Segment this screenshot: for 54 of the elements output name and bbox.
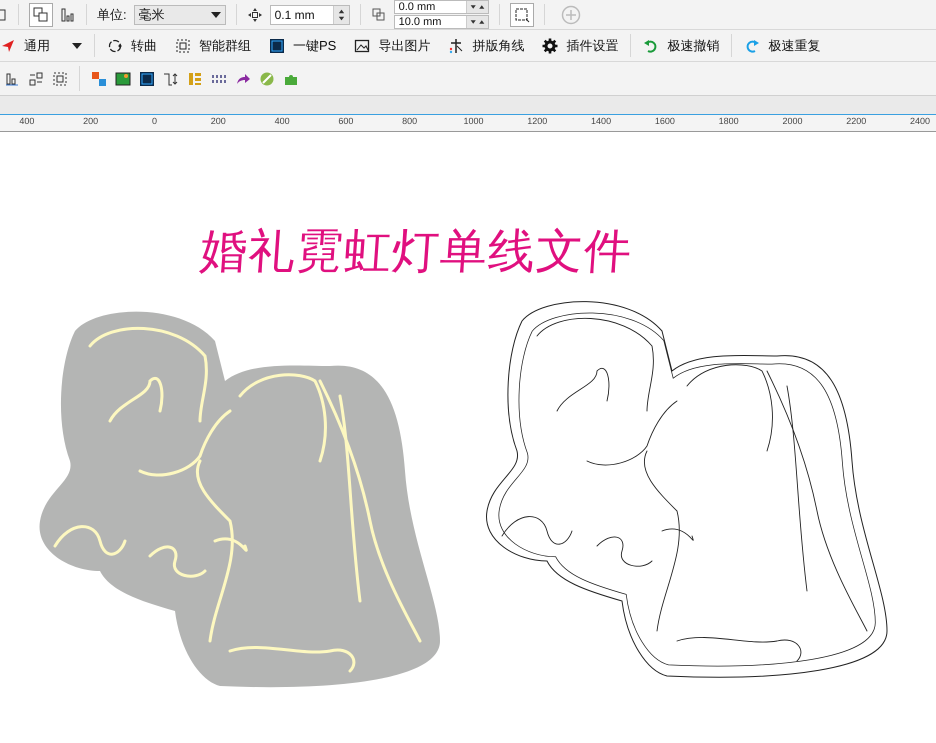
caret-icon[interactable]	[72, 42, 82, 48]
offset-y-field[interactable]: 10.0 mm	[394, 15, 489, 29]
picture-icon[interactable]	[115, 70, 131, 86]
align-icon[interactable]	[4, 70, 20, 86]
undo-icon	[643, 38, 660, 54]
move-arrows-icon	[246, 6, 263, 22]
redo-icon	[744, 38, 760, 54]
ruler-label: 2000	[781, 115, 804, 128]
caret-icon	[210, 12, 221, 18]
select-group-icon[interactable]	[52, 70, 68, 86]
plugin-button[interactable]: 智能群组	[166, 32, 260, 58]
plugin-button[interactable]: 通用	[0, 32, 91, 58]
ruler-label: 2400	[909, 115, 932, 128]
distribute-icon[interactable]	[28, 70, 44, 86]
plugin-button[interactable]: 一键PS	[260, 32, 346, 58]
ruler-label: 200	[82, 115, 100, 128]
align-bottom-icon[interactable]	[60, 6, 76, 22]
size-icon[interactable]	[163, 70, 179, 86]
plugin-button[interactable]: 拼版角线	[439, 32, 534, 58]
spinner-icon[interactable]	[332, 6, 349, 24]
plugin-button[interactable]: 转曲	[98, 32, 166, 58]
ruler-label: 1600	[654, 115, 676, 128]
crop-frame-icon[interactable]	[510, 2, 534, 26]
crop-marks-icon	[448, 38, 464, 54]
unit-label: 单位:	[97, 6, 127, 24]
canvas-title: 婚礼霓虹灯单线文件	[198, 223, 634, 281]
ruler-label: 1800	[718, 115, 740, 128]
ruler-label: 400	[274, 115, 291, 128]
plugin-button[interactable]: 插件设置	[533, 32, 628, 58]
plugin-button[interactable]: 极速撤销	[634, 32, 728, 58]
image-icon	[354, 38, 370, 54]
ruler-label: 1400	[590, 115, 612, 128]
combine-icon[interactable]	[29, 2, 53, 26]
ruler-label: 2200	[845, 115, 868, 128]
plugin-button[interactable]: 导出图片	[345, 32, 440, 58]
ruler-label: 0	[150, 115, 158, 128]
group-icon	[175, 38, 191, 54]
settings-icon	[542, 38, 558, 54]
curve-icon	[107, 38, 123, 54]
spinner-icon[interactable]	[466, 16, 488, 28]
ruler-label: 1200	[526, 115, 548, 128]
offset-x-field[interactable]: 0.0 mm	[394, 0, 489, 14]
spinner-icon[interactable]	[466, 1, 488, 13]
ruler-label: 400	[18, 115, 36, 128]
ruler-label: 600	[337, 115, 354, 128]
plugin-button[interactable]: 极速重复	[735, 32, 830, 58]
unit-dropdown[interactable]: 毫米	[134, 4, 226, 24]
ruler-label: 200	[210, 115, 227, 128]
paper-plane-icon	[0, 38, 16, 54]
swap-colors-icon[interactable]	[91, 70, 107, 86]
ruler-label: 1000	[462, 115, 484, 128]
nudge-field[interactable]: 0.1 mm	[270, 4, 350, 24]
duplicate-offset-icon	[370, 6, 387, 22]
ruler-label: 800	[401, 115, 418, 128]
